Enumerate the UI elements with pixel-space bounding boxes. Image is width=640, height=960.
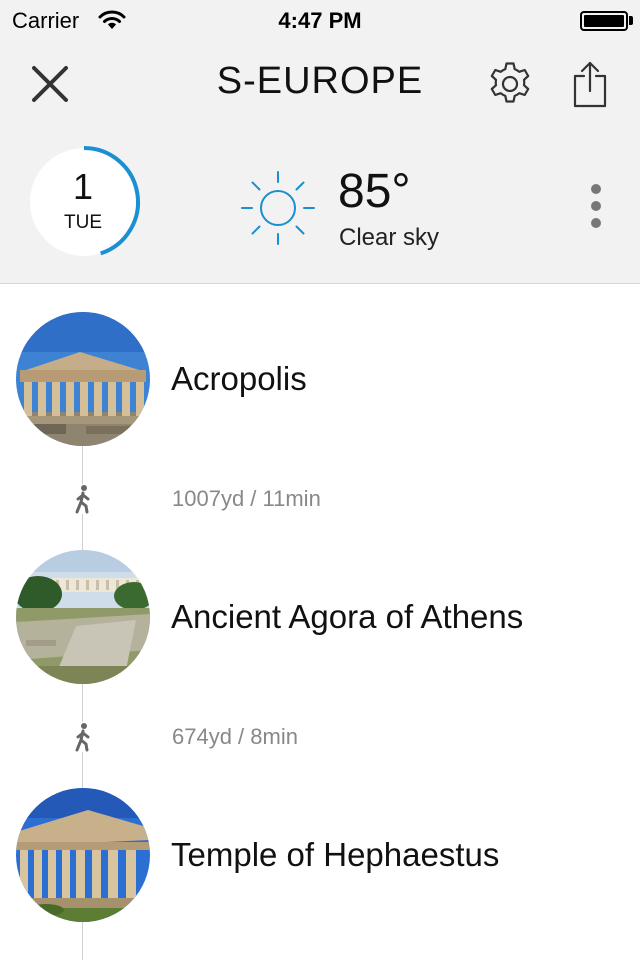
walk-icon [72,722,94,752]
day-selector[interactable]: 1 TUE [28,144,146,262]
more-options-button[interactable] [576,176,616,236]
sun-icon [241,171,315,245]
list-item[interactable]: Ancient Agora of Athens [0,550,640,686]
walk-icon [72,484,94,514]
leg-distance: 1007yd / 11min [172,486,321,511]
parthenon-photo [16,312,150,446]
route-leg: 674yd / 8min [0,718,640,758]
settings-button[interactable] [478,40,542,128]
page-title: S-EUROPE [216,60,424,102]
battery-tip [629,16,633,25]
list-item[interactable]: Temple of Hephaestus [0,788,640,924]
more-vertical-icon-dot [591,201,601,211]
temperature: 85° [338,165,411,218]
nav-bar: S-EUROPE [0,40,640,128]
agora-photo [16,550,150,684]
more-vertical-icon-dot [591,218,601,228]
share-button[interactable] [558,40,622,128]
temple-photo [16,788,150,922]
place-name: Temple of Hephaestus [171,836,500,873]
leg-distance: 674yd / 8min [172,724,298,749]
place-name: Acropolis [171,360,307,397]
battery-icon [580,11,628,31]
more-vertical-icon [591,184,601,194]
route-leg: 1007yd / 11min [0,480,640,520]
list-item[interactable]: Acropolis [0,312,640,448]
day-header: 1 TUE 85° Clear sky [0,128,640,284]
weather-condition: Clear sky [339,224,440,251]
place-name: Ancient Agora of Athens [171,598,524,635]
day-weekday: TUE [64,212,102,233]
timeline-line [82,922,83,960]
status-time: 4:47 PM [278,8,362,33]
share-icon [573,61,607,108]
gear-icon [490,62,530,103]
status-bar: Carrier 4:47 PM [0,0,640,40]
day-number: 1 [72,166,94,207]
